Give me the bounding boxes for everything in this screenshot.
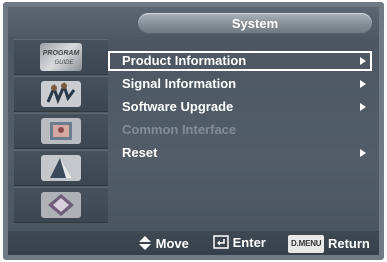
menu-item-common-interface: Common Interface [108,120,372,140]
help-return: D.MENU Return [288,235,370,253]
chevron-right-icon [360,57,366,65]
menu-item-label: Reset [122,145,158,160]
picture-icon [40,117,82,145]
osd-screen: System PROGRAM GUIDE Product Information… [8,7,379,255]
sidebar-item-program-guide[interactable]: PROGRAM GUIDE [14,39,108,75]
page-title: System [138,13,372,34]
sidebar-item-channel[interactable] [14,76,108,112]
help-bar: Move Enter D.MENU Return [8,231,379,255]
menu-item-reset[interactable]: Reset [108,143,372,163]
sidebar: PROGRAM GUIDE [14,39,108,229]
help-move: Move [138,235,189,251]
menu-item-label: Common Interface [122,122,237,137]
sidebar-item-setup[interactable] [14,187,108,223]
menu-item-label: Software Upgrade [122,99,234,114]
menu-button-badge: D.MENU [288,235,325,253]
menu-item-signal-information[interactable]: Signal Information [108,74,372,94]
channel-icon [40,80,82,108]
program-guide-icon: PROGRAM GUIDE [40,43,82,71]
svg-text:PROGRAM: PROGRAM [43,50,80,57]
chevron-right-icon [360,149,366,157]
menu-item-software-upgrade[interactable]: Software Upgrade [108,97,372,117]
chevron-right-icon [360,103,366,111]
tv-frame: System PROGRAM GUIDE Product Information… [3,2,384,260]
enter-label: Enter [232,235,266,250]
move-label: Move [155,236,189,251]
sidebar-item-picture[interactable] [14,113,108,149]
menu-item-label: Signal Information [122,76,237,91]
svg-text:GUIDE: GUIDE [54,60,74,66]
chevron-right-icon [360,80,366,88]
setup-icon [40,191,82,219]
sound-icon [40,154,82,182]
help-enter: Enter [213,235,266,251]
enter-icon [213,235,229,249]
menu-item-label: Product Information [122,53,247,68]
sidebar-item-sound[interactable] [14,150,108,186]
title-bar: System [8,7,379,37]
return-label: Return [327,236,370,251]
menu-item-product-information[interactable]: Product Information [108,51,372,71]
up-down-arrows-icon [139,236,151,250]
